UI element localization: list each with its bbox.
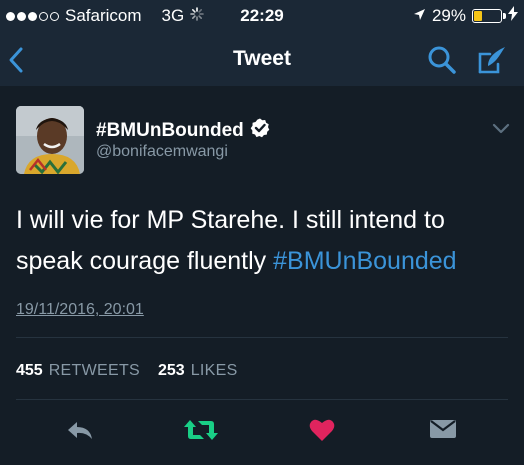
tweet-text: I will vie for MP Starehe. I still inten… bbox=[16, 200, 512, 282]
status-right: 29% bbox=[413, 6, 518, 26]
avatar[interactable] bbox=[16, 106, 84, 174]
hashtag-link[interactable]: #BMUnBounded bbox=[273, 247, 456, 275]
verified-badge-icon bbox=[250, 118, 270, 144]
divider bbox=[16, 399, 508, 400]
likes-label[interactable]: LIKES bbox=[191, 362, 238, 380]
battery-icon bbox=[472, 9, 506, 23]
tweet-stats[interactable]: 455 RETWEETS 253 LIKES bbox=[16, 362, 238, 380]
status-bar: Safaricom 3G 22:29 29% bbox=[0, 0, 524, 34]
display-name[interactable]: #BMUnBounded bbox=[96, 120, 244, 142]
battery-percent: 29% bbox=[431, 6, 466, 25]
envelope-icon bbox=[430, 420, 456, 438]
divider bbox=[16, 337, 508, 338]
likes-count[interactable]: 253 bbox=[158, 362, 185, 380]
retweets-count[interactable]: 455 bbox=[16, 362, 43, 380]
display-name-row[interactable]: #BMUnBounded bbox=[96, 118, 270, 144]
compose-button[interactable] bbox=[476, 44, 508, 81]
search-button[interactable] bbox=[427, 45, 457, 80]
retweet-icon bbox=[184, 420, 218, 440]
tweet-options-button[interactable] bbox=[492, 122, 510, 140]
search-icon bbox=[428, 46, 456, 74]
direct-message-button[interactable] bbox=[429, 418, 457, 445]
charging-bolt-icon bbox=[508, 6, 518, 26]
navigation-bar: Tweet bbox=[0, 34, 524, 86]
reply-button[interactable] bbox=[66, 418, 94, 447]
tweet-timestamp[interactable]: 19/11/2016, 20:01 bbox=[16, 301, 144, 319]
like-button[interactable] bbox=[309, 418, 335, 447]
retweet-button[interactable] bbox=[184, 418, 218, 447]
retweets-label[interactable]: RETWEETS bbox=[49, 362, 140, 380]
compose-icon bbox=[478, 47, 505, 74]
chevron-down-icon bbox=[492, 123, 510, 134]
reply-icon bbox=[68, 422, 92, 439]
location-arrow-icon bbox=[413, 6, 426, 26]
user-handle[interactable]: @bonifacemwangi bbox=[96, 143, 228, 161]
heart-icon bbox=[309, 419, 335, 441]
